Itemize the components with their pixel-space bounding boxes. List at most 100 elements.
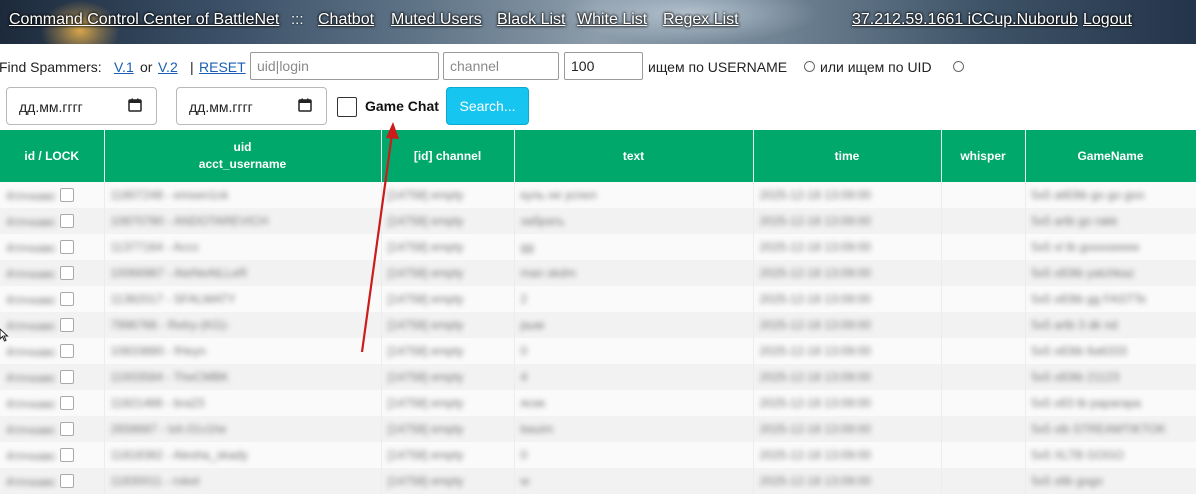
column-header-text[interactable]: text — [514, 130, 754, 182]
cell-gamename: 5x5 xl tb gooooeeee — [1025, 234, 1196, 260]
lock-checkbox[interactable] — [59, 473, 74, 488]
lock-checkbox[interactable] — [59, 239, 74, 254]
reset-link[interactable]: RESET — [199, 59, 246, 75]
version-2-link[interactable]: V.2 — [158, 59, 178, 75]
cell-id-lock-value: 4тпчхавс — [6, 240, 56, 255]
cell-uid-username: 7996766 - Retry-(KG)- — [104, 312, 382, 338]
search-by-uid-radio[interactable] — [953, 61, 964, 72]
cell-whisper — [941, 390, 1026, 416]
cell-channel-value: [14758] empty — [387, 422, 464, 436]
cell-uid-username: 11377164 - Accc — [104, 234, 382, 260]
cell-text-value: 4 — [520, 370, 528, 384]
lock-checkbox[interactable] — [59, 187, 74, 202]
lock-checkbox[interactable] — [59, 343, 74, 358]
cell-time: 2025-12-18 13:09:00 — [753, 364, 942, 390]
cell-uid-username-value: 11818382 - Alesha_skady — [110, 448, 248, 462]
cell-id-lock: 4тпчхавс — [0, 468, 105, 494]
table-row: 4тпчхавс 11830011 - roket [14758] empty w 20… — [0, 468, 1196, 494]
current-user-link[interactable]: 37.212.59.1661 iCCup.Nuborub — [852, 11, 1078, 29]
cell-time: 2025-12-18 13:09:00 — [753, 416, 942, 442]
cell-channel: [14758] empty — [381, 442, 515, 468]
date-to-input[interactable]: дд.мм.гггг — [176, 87, 327, 125]
cell-id-lock: 4тпчхавс — [0, 390, 105, 416]
cell-gamename: 5x5 xltb gogo — [1025, 468, 1196, 494]
cell-uid-username: 10833880 - fHeyn — [104, 338, 382, 364]
cell-id-lock-value: 4тпчхавс — [6, 448, 56, 463]
cell-whisper — [941, 208, 1026, 234]
lock-checkbox[interactable] — [59, 265, 74, 280]
column-header-id-lock[interactable]: id / LOCK — [0, 130, 105, 182]
nav-link-muted-users[interactable]: Muted Users — [391, 11, 482, 29]
cell-whisper — [941, 312, 1026, 338]
column-header-time[interactable]: time — [753, 130, 942, 182]
cell-gamename-value: 5x5 xltb gogo — [1031, 474, 1103, 488]
site-title-link[interactable]: Command Control Center of BattleNet — [9, 11, 279, 29]
cell-gamename-value: 5x5 xl tb gooooeeee — [1031, 240, 1140, 254]
search-by-username-radio[interactable] — [804, 61, 815, 72]
cell-uid-username-value: 11377164 - Accc — [110, 240, 200, 254]
lock-checkbox[interactable] — [59, 395, 74, 410]
lock-checkbox[interactable] — [59, 317, 74, 332]
limit-input[interactable] — [564, 52, 643, 80]
lock-checkbox[interactable] — [59, 421, 74, 436]
nav-link-chatbot[interactable]: Chatbot — [318, 11, 374, 29]
date-from-input[interactable]: дд.мм.гггг — [6, 87, 157, 125]
cell-time-value: 2025-12-18 13:09:00 — [759, 370, 871, 384]
cell-time: 2025-12-18 13:09:00 — [753, 182, 942, 208]
cell-time-value: 2025-12-18 13:09:00 — [759, 344, 871, 358]
logout-link[interactable]: Logout — [1083, 11, 1132, 29]
cell-channel-value: [14758] empty — [387, 266, 464, 280]
nav-link-white-list[interactable]: White List — [577, 11, 647, 29]
cell-uid-username-value: 7996766 - Retry-(KG)- — [110, 318, 230, 332]
cell-uid-username-value: 2658687 - tsh.01v1he — [110, 422, 227, 436]
date-filter-row: дд.мм.гггг дд.мм.гггг Game Chat Search..… — [0, 86, 1196, 126]
lock-checkbox[interactable] — [59, 369, 74, 384]
column-header-channel[interactable]: [id] channel — [381, 130, 515, 182]
lock-checkbox[interactable] — [59, 291, 74, 306]
column-header-uid-username[interactable]: uid acct_username — [104, 130, 382, 182]
cell-text: gg — [514, 234, 754, 260]
cell-id-lock-value: 4тпчхавс — [6, 370, 56, 385]
cell-text-value: забрать — [520, 214, 565, 228]
cell-id-lock: 4тпчхавс — [0, 364, 105, 390]
cell-channel: [14758] empty — [381, 390, 515, 416]
cell-id-lock-value: 4тпчхавс — [6, 396, 56, 411]
cell-text: забрать — [514, 208, 754, 234]
cell-time-value: 2025-12-18 13:09:00 — [759, 188, 871, 202]
cell-whisper — [941, 338, 1026, 364]
nav-link-black-list[interactable]: Black List — [497, 11, 565, 29]
cell-whisper — [941, 442, 1026, 468]
nav-link-regex-list[interactable]: Regex List — [663, 11, 739, 29]
cell-channel-value: [14758] empty — [387, 188, 464, 202]
cell-time: 2025-12-18 13:09:00 — [753, 260, 942, 286]
table-row: 4тпчхавс 10870780 - ANDOTAREVICH [14758] e… — [0, 208, 1196, 234]
cell-channel-value: [14758] empty — [387, 214, 464, 228]
cell-uid-username-value: 11933584 - TheCMBK — [110, 370, 229, 384]
search-button[interactable]: Search... — [446, 87, 529, 125]
cell-gamename: 5x5 artb go rakk — [1025, 208, 1196, 234]
uid-login-input[interactable] — [250, 52, 439, 80]
lock-checkbox[interactable] — [59, 447, 74, 462]
cell-uid-username: 10066987 - AteNeAtLLeR — [104, 260, 382, 286]
cell-id-lock: 4тпчхавс — [0, 208, 105, 234]
calendar-icon[interactable] — [128, 98, 142, 112]
column-header-gamename[interactable]: GameName — [1025, 130, 1196, 182]
column-header-whisper[interactable]: whisper — [941, 130, 1026, 182]
cell-channel: [14758] empty — [381, 338, 515, 364]
cell-text: 0 — [514, 338, 754, 364]
cell-time: 2025-12-18 13:09:00 — [753, 468, 942, 494]
cell-id-lock-value: 4тпчхавс — [6, 266, 56, 281]
calendar-icon[interactable] — [298, 98, 312, 112]
cell-id-lock-value: 4тпчхавс — [6, 474, 56, 489]
lock-checkbox[interactable] — [59, 213, 74, 228]
cell-id-lock: 4тпчхавс — [0, 234, 105, 260]
version-1-link[interactable]: V.1 — [114, 59, 134, 75]
cell-channel: [14758] empty — [381, 208, 515, 234]
cell-text: 2 — [514, 286, 754, 312]
channel-input[interactable] — [443, 52, 559, 80]
cell-text-value: 2 — [520, 292, 528, 306]
game-chat-checkbox[interactable] — [337, 97, 357, 117]
cell-gamename: 5x5 at83tb go go goo — [1025, 182, 1196, 208]
cell-gamename: 5x5 XLTB GOGO — [1025, 442, 1196, 468]
cell-id-lock: 4тпчхавс — [0, 260, 105, 286]
